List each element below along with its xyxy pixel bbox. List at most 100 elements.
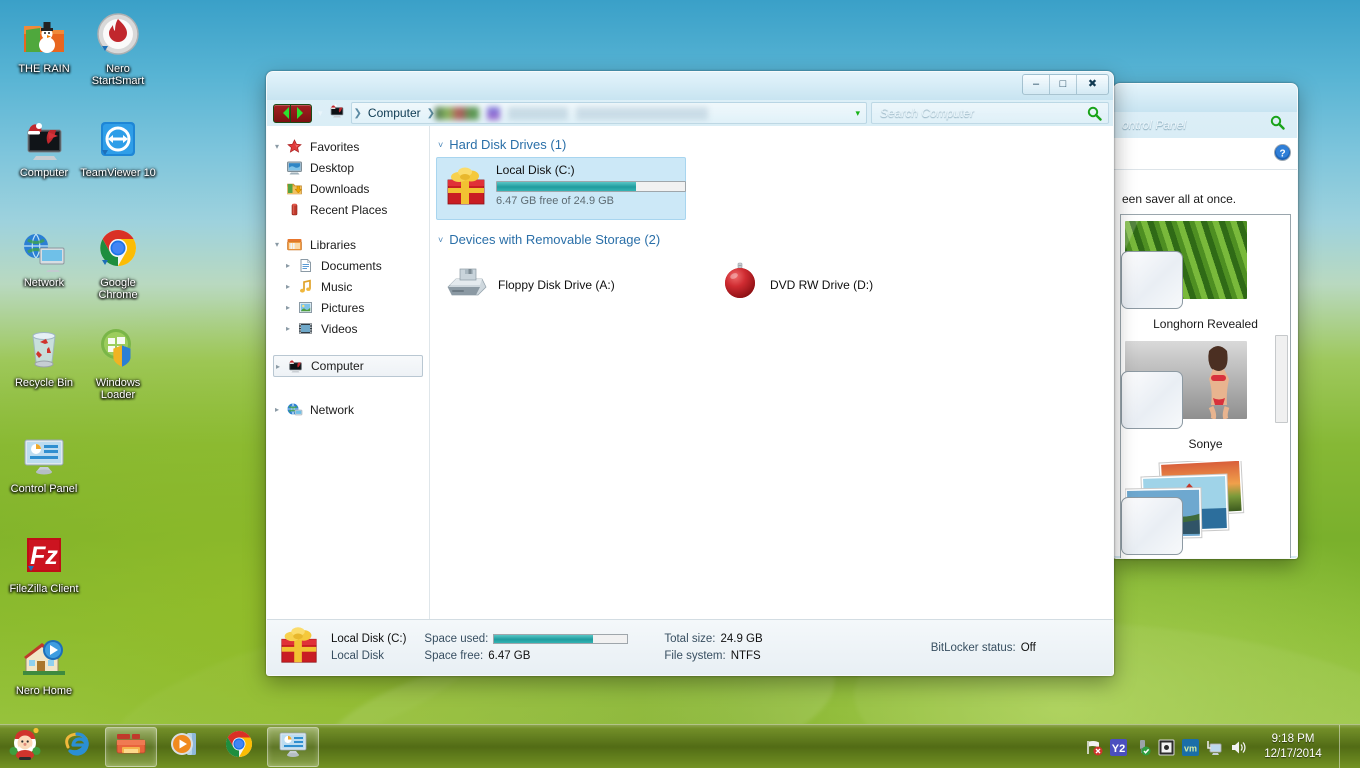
yahoo-messenger-icon[interactable]: Y2 — [1110, 738, 1127, 756]
expander-icon[interactable]: ▾ — [275, 142, 286, 151]
windows-shield-icon — [94, 326, 142, 374]
sidebar-item-pictures[interactable]: ▸ Pictures — [267, 297, 429, 318]
group-header-removable-storage[interactable]: ˅ Devices with Removable Storage (2) — [436, 229, 1113, 252]
desktop-icon-teamviewer[interactable]: TeamViewer 10 — [80, 116, 156, 179]
control-panel-window[interactable]: – □ ✖ ontrol Panel ? — [1113, 83, 1298, 559]
taskbar-item-windows-explorer[interactable] — [105, 726, 157, 767]
theme-item[interactable] — [1121, 455, 1290, 558]
network-globe-icon — [286, 402, 306, 418]
search-icon[interactable] — [1270, 115, 1285, 135]
sidebar-item-music[interactable]: ▸ Music — [267, 276, 429, 297]
volume-icon[interactable] — [1230, 739, 1247, 756]
sidebar-item-computer[interactable]: ▸ Computer — [273, 355, 423, 377]
explorer-window[interactable]: – □ ✖ ▾ ❯ Computer ❯ ▾ Search Computer ▾… — [266, 71, 1114, 676]
maximize-button[interactable]: □ — [1050, 75, 1077, 94]
search-input[interactable]: Search Computer — [871, 102, 1109, 124]
navigation-pane[interactable]: ▾ Favorites Desktop Downloads Recent Pla… — [267, 126, 430, 619]
desktop-icon-nero-home[interactable]: Nero Home — [6, 634, 82, 697]
breadcrumb-separator: ❯ — [426, 107, 435, 119]
minimize-button[interactable]: – — [1023, 75, 1050, 94]
drive-item-dvd-rw-d[interactable]: DVD RW Drive (D:) — [712, 258, 988, 311]
desktop-icon-control-panel[interactable]: Control Panel — [6, 432, 82, 495]
usb-safely-remove-icon[interactable] — [1134, 739, 1151, 756]
sidebar-item-label: Desktop — [310, 160, 355, 175]
start-button[interactable] — [1, 727, 49, 767]
expander-icon[interactable]: ▾ — [275, 240, 286, 249]
drive-item-local-disk-c[interactable]: Local Disk (C:) 6.47 GB free of 24.9 GB — [436, 157, 686, 220]
clock[interactable]: 9:18 PM 12/17/2014 — [1260, 732, 1326, 762]
content-pane[interactable]: ˅ Hard Disk Drives (1) Local Disk (C:) 6… — [430, 126, 1113, 619]
search-icon[interactable] — [1087, 106, 1102, 126]
explorer-titlebar[interactable]: – □ ✖ — [267, 72, 1113, 100]
taskbar-item-control-panel[interactable] — [267, 726, 319, 767]
taskbar-item-google-chrome[interactable] — [213, 727, 265, 767]
vmware-icon[interactable]: vm — [1182, 738, 1199, 756]
history-dropdown-button[interactable]: ▾ — [318, 108, 323, 119]
desktop-icon-recycle-bin[interactable]: Recycle Bin — [6, 326, 82, 389]
nav-buttons[interactable] — [273, 103, 312, 123]
close-button[interactable]: ✖ — [1077, 75, 1108, 94]
taskbar-item-windows-media-player[interactable] — [159, 727, 211, 767]
desktop-icon-google-chrome[interactable]: Google Chrome — [80, 226, 156, 301]
expander-icon[interactable]: ▸ — [286, 324, 297, 333]
documents-icon — [297, 258, 317, 274]
theme-item[interactable]: Sonye — [1121, 335, 1290, 455]
chevron-down-icon[interactable]: ˅ — [438, 235, 443, 245]
expander-icon[interactable]: ▸ — [286, 282, 297, 291]
desktop-icon-windows-loader[interactable]: Windows Loader — [80, 326, 156, 401]
group-header-hard-disk-drives[interactable]: ˅ Hard Disk Drives (1) — [436, 134, 1113, 157]
sidebar-item-videos[interactable]: ▸ Videos — [267, 318, 429, 339]
forward-button[interactable] — [290, 103, 312, 123]
sidebar-item-downloads[interactable]: Downloads — [267, 178, 429, 199]
desktop-icon-filezilla[interactable]: Fz FileZilla Client — [6, 532, 82, 595]
desktop-icon-computer[interactable]: Computer — [6, 116, 82, 179]
control-panel-body[interactable]: ? een saver all at once. Longhorn Reveal… — [1114, 138, 1297, 558]
expander-icon[interactable]: ▸ — [276, 362, 287, 371]
desktop-icon-label: Google Chrome — [98, 277, 138, 301]
security-icon[interactable] — [1158, 739, 1175, 756]
desktop[interactable]: THE RAIN Nero StartSmart Computer TeamVi… — [0, 0, 1360, 768]
network-error-icon[interactable] — [1086, 739, 1103, 756]
nav-group-computer: ▸ Computer — [267, 355, 429, 377]
control-panel-breadcrumb[interactable]: ontrol Panel — [1116, 118, 1192, 132]
control-panel-address-row[interactable]: ontrol Panel — [1114, 112, 1297, 138]
breadcrumb[interactable]: ❯ Computer ❯ ▾ — [350, 102, 867, 124]
floppy-drive-icon — [442, 263, 490, 306]
chevron-down-icon[interactable]: ˅ — [438, 140, 443, 150]
show-desktop-button[interactable] — [1339, 725, 1350, 768]
taskbar[interactable]: Y2 vm 9:18 PM 12/17/2014 — [0, 724, 1360, 768]
theme-list[interactable]: Longhorn Revealed Sonye — [1120, 214, 1291, 558]
sidebar-item-documents[interactable]: ▸ Documents — [267, 255, 429, 276]
explorer-body[interactable]: ▾ Favorites Desktop Downloads Recent Pla… — [267, 126, 1113, 619]
sidebar-item-libraries[interactable]: ▾ Libraries — [267, 234, 429, 255]
desktop-icon-nero-startsmart[interactable]: Nero StartSmart — [80, 12, 156, 87]
theme-item[interactable]: Longhorn Revealed — [1121, 215, 1290, 335]
expander-icon[interactable]: ▸ — [275, 405, 286, 414]
taskbar-item-internet-explorer[interactable] — [51, 727, 103, 767]
remote-desktop-icon[interactable] — [1206, 739, 1223, 756]
theme-list-scrollbar-thumb[interactable] — [1275, 335, 1288, 423]
network-globe-icon — [20, 226, 68, 274]
ie-icon — [62, 729, 92, 764]
sidebar-item-label: Libraries — [310, 237, 357, 252]
sidebar-item-favorites[interactable]: ▾ Favorites — [267, 136, 429, 157]
explorer-address-row[interactable]: ▾ ❯ Computer ❯ ▾ Search Computer — [267, 100, 1113, 126]
expander-icon[interactable]: ▸ — [286, 303, 297, 312]
drive-item-floppy-a[interactable]: Floppy Disk Drive (A:) — [436, 258, 712, 311]
sidebar-item-desktop[interactable]: Desktop — [267, 157, 429, 178]
system-tray[interactable]: Y2 vm 9:18 PM 12/17/2014 — [1086, 725, 1360, 768]
expander-icon[interactable]: ▸ — [286, 261, 297, 270]
help-icon[interactable]: ? — [1274, 144, 1291, 166]
breadcrumb-item-computer[interactable]: Computer — [362, 106, 427, 120]
breadcrumb-dropdown-icon[interactable]: ▾ — [855, 108, 864, 119]
desktop-icon-network[interactable]: Network — [6, 226, 82, 289]
sidebar-item-recent-places[interactable]: Recent Places — [267, 199, 429, 220]
chrome-icon — [94, 226, 142, 274]
desktop-icon-the-rain[interactable]: THE RAIN — [6, 12, 82, 75]
svg-text:Fz: Fz — [30, 542, 58, 570]
details-title: Local Disk (C:) — [331, 633, 407, 645]
sidebar-item-network[interactable]: ▸ Network — [267, 399, 429, 420]
control-panel-titlebar[interactable]: – □ ✖ — [1114, 84, 1297, 112]
clock-date: 12/17/2014 — [1264, 748, 1322, 760]
explorer-window-buttons[interactable]: – □ ✖ — [1022, 74, 1109, 95]
